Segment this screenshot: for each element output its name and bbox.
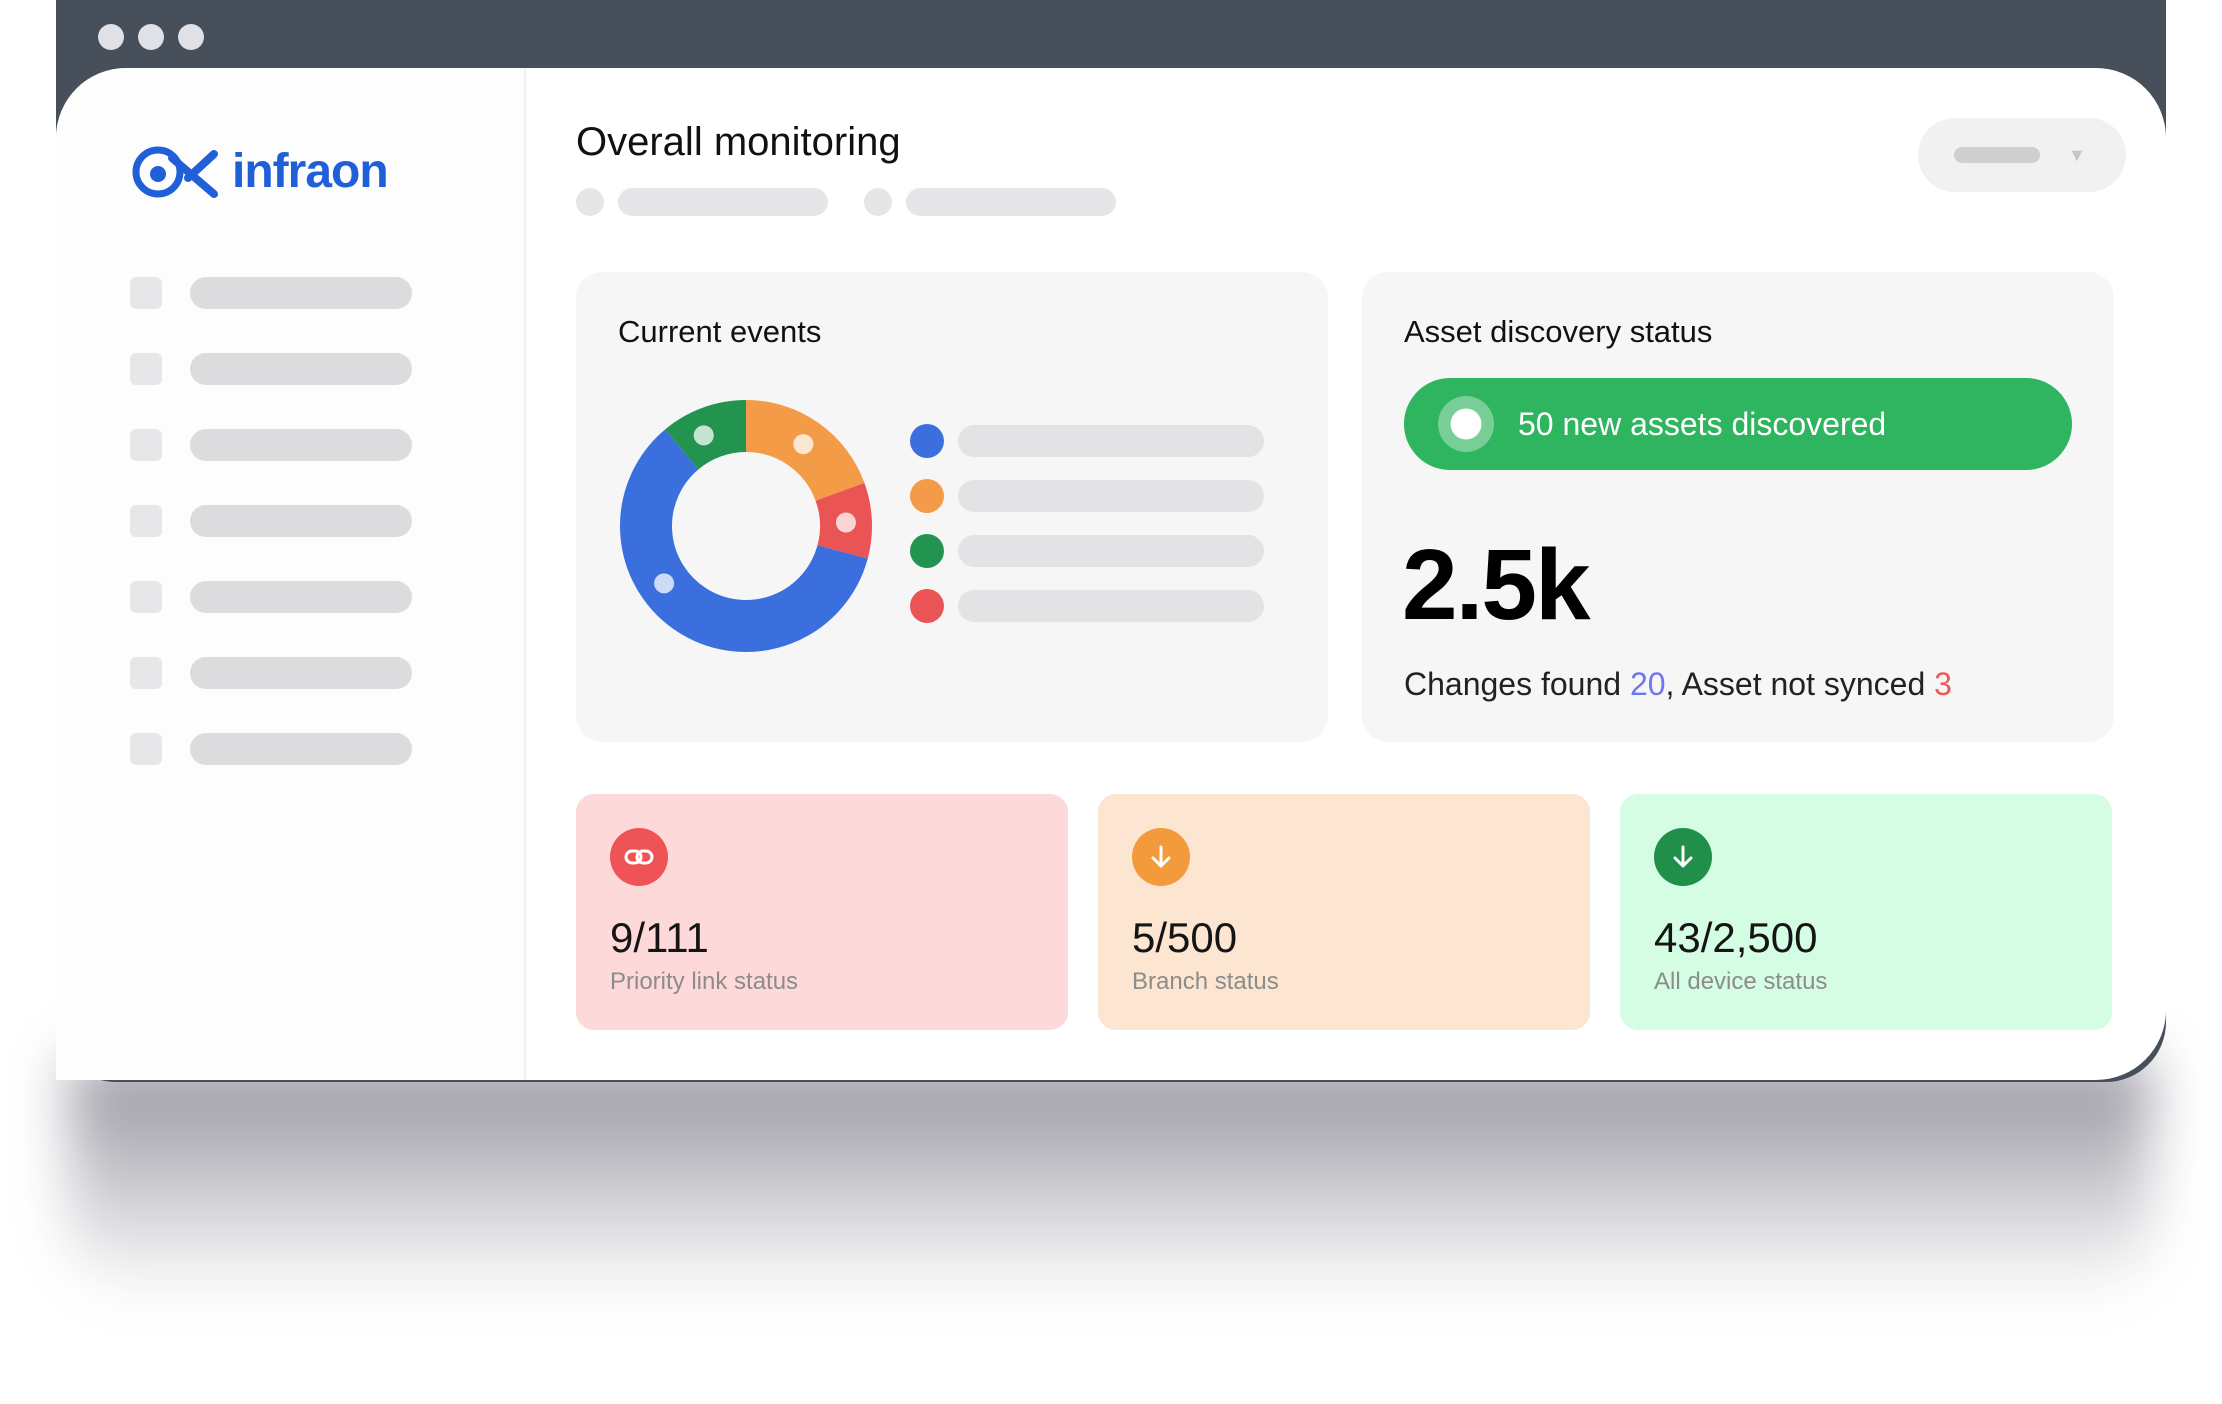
breadcrumb-text-placeholder[interactable] xyxy=(618,188,828,216)
nav-icon-placeholder xyxy=(130,581,162,613)
legend-dot xyxy=(910,589,944,623)
asset-discovery-title: Asset discovery status xyxy=(1404,314,1713,349)
legend-item[interactable] xyxy=(910,479,1264,513)
asset-changes-summary: Changes found 20, Asset not synced 3 xyxy=(1404,666,1952,703)
nav-icon-placeholder xyxy=(130,277,162,309)
asset-discovery-card: Asset discovery status 50 new assets dis… xyxy=(1362,272,2114,742)
donut-segments xyxy=(620,400,872,652)
link-icon xyxy=(610,828,668,886)
legend-item[interactable] xyxy=(910,534,1264,568)
dropdown-value-placeholder xyxy=(1954,147,2040,163)
breadcrumb-icon-placeholder xyxy=(576,188,604,216)
brand-logo[interactable]: infraon xyxy=(130,140,389,202)
nav-icon-placeholder xyxy=(130,353,162,385)
branch-status-card[interactable]: 5/500 Branch status xyxy=(1098,794,1590,1030)
window-dot-close[interactable] xyxy=(98,24,124,50)
sidebar-nav xyxy=(130,276,412,808)
breadcrumb-placeholder xyxy=(576,188,1152,216)
donut-segment-marker xyxy=(654,573,675,594)
nav-icon-placeholder xyxy=(130,657,162,689)
asset-total-value: 2.5k xyxy=(1402,529,1591,641)
donut-segment-marker xyxy=(693,425,714,446)
infraon-logo-icon xyxy=(132,146,218,198)
stat-value: 5/500 xyxy=(1132,914,1238,961)
sidebar-item-placeholder[interactable] xyxy=(130,276,412,310)
stat-value: 9/111 xyxy=(610,914,709,961)
nav-label-placeholder xyxy=(190,353,412,385)
arrow-down-icon xyxy=(1654,828,1712,886)
app-window: infraon Overall monitoring ▼ Current eve… xyxy=(56,68,2166,1080)
all-device-status-card[interactable]: 43/2,500 All device status xyxy=(1620,794,2112,1030)
nav-label-placeholder xyxy=(190,581,412,613)
events-donut-chart[interactable] xyxy=(616,396,876,656)
new-assets-banner[interactable]: 50 new assets discovered xyxy=(1404,378,2072,470)
breadcrumb-icon-placeholder xyxy=(864,188,892,216)
sidebar-item-placeholder[interactable] xyxy=(130,352,412,386)
status-pulse-icon xyxy=(1438,396,1494,452)
legend-item[interactable] xyxy=(910,424,1264,458)
legend-label-placeholder xyxy=(958,480,1264,512)
nav-icon-placeholder xyxy=(130,505,162,537)
sidebar-item-placeholder[interactable] xyxy=(130,656,412,690)
legend-dot xyxy=(910,534,944,568)
filter-dropdown[interactable]: ▼ xyxy=(1918,118,2126,192)
sidebar-item-placeholder[interactable] xyxy=(130,732,412,766)
nav-label-placeholder xyxy=(190,505,412,537)
nav-label-placeholder xyxy=(190,733,412,765)
donut-segment-marker xyxy=(835,512,856,533)
events-legend xyxy=(910,424,1264,644)
stat-label: Branch status xyxy=(1132,968,1279,995)
legend-dot xyxy=(910,479,944,513)
legend-label-placeholder xyxy=(958,535,1264,567)
stat-label: All device status xyxy=(1654,968,1828,995)
legend-label-placeholder xyxy=(958,425,1264,457)
sidebar: infraon xyxy=(56,68,526,1080)
sidebar-item-placeholder[interactable] xyxy=(130,504,412,538)
window-dot-minimize[interactable] xyxy=(138,24,164,50)
legend-item[interactable] xyxy=(910,589,1264,623)
sidebar-item-placeholder[interactable] xyxy=(130,428,412,462)
nav-icon-placeholder xyxy=(130,733,162,765)
sidebar-item-placeholder[interactable] xyxy=(130,580,412,614)
brand-name: infraon xyxy=(232,144,389,198)
nav-label-placeholder xyxy=(190,277,412,309)
priority-link-status-card[interactable]: 9/111 Priority link status xyxy=(576,794,1068,1030)
changes-found-label: Changes found xyxy=(1404,666,1630,702)
breadcrumb-text-placeholder[interactable] xyxy=(906,188,1116,216)
window-dot-maximize[interactable] xyxy=(178,24,204,50)
changes-found-count[interactable]: 20 xyxy=(1630,666,1666,702)
window-shadow xyxy=(70,1060,2150,1300)
not-synced-count[interactable]: 3 xyxy=(1934,666,1952,702)
nav-label-placeholder xyxy=(190,429,412,461)
page-title: Overall monitoring xyxy=(576,120,901,164)
arrow-down-icon xyxy=(1132,828,1190,886)
nav-label-placeholder xyxy=(190,657,412,689)
donut-segment-green[interactable] xyxy=(665,400,747,470)
summary-separator: , xyxy=(1665,666,1682,702)
stat-value: 43/2,500 xyxy=(1654,914,1818,961)
caret-down-icon: ▼ xyxy=(2068,144,2086,165)
current-events-title: Current events xyxy=(618,314,822,349)
stat-label: Priority link status xyxy=(610,968,799,995)
not-synced-label: Asset not synced xyxy=(1681,666,1935,702)
current-events-card: Current events xyxy=(576,272,1328,742)
nav-icon-placeholder xyxy=(130,429,162,461)
legend-label-placeholder xyxy=(958,590,1264,622)
window-controls xyxy=(98,24,204,50)
donut-segment-orange[interactable] xyxy=(745,400,865,502)
donut-segment-marker xyxy=(793,434,814,455)
new-assets-text: 50 new assets discovered xyxy=(1518,405,1887,442)
legend-dot xyxy=(910,424,944,458)
